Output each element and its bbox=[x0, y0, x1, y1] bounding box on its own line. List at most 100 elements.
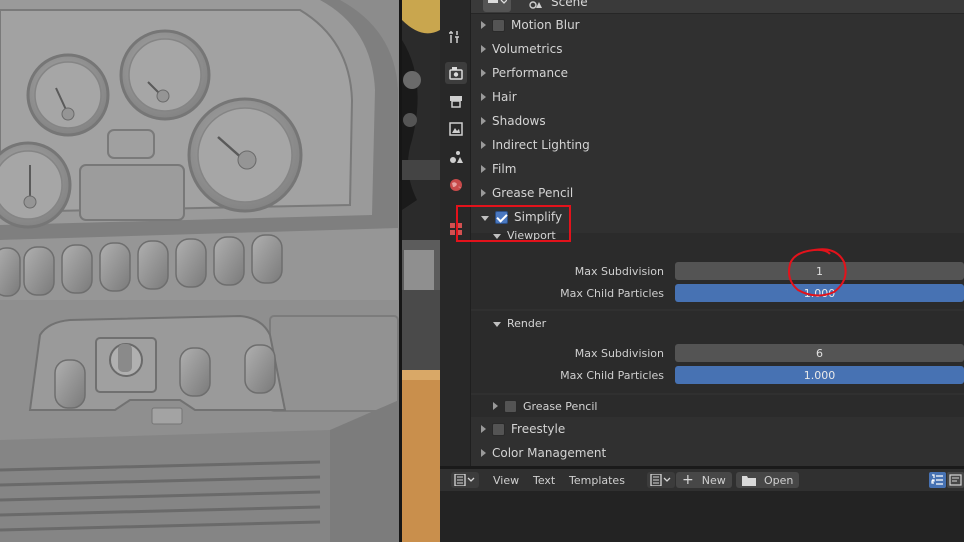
collapsed-arrow-icon bbox=[481, 165, 486, 173]
menu-view[interactable]: View bbox=[493, 472, 519, 488]
viewport-subpanel-header[interactable]: Viewport bbox=[483, 227, 964, 243]
view-layer-icon bbox=[449, 122, 463, 136]
plus-icon: + bbox=[682, 472, 694, 488]
properties-editor: Scene Motion Blur Volumetrics Performanc… bbox=[440, 0, 964, 466]
render-tab[interactable] bbox=[445, 62, 467, 84]
subpanel-label: Viewport bbox=[507, 228, 556, 242]
menu-templates[interactable]: Templates bbox=[569, 472, 625, 488]
simplify-grease-pencil-subpanel: Grease Pencil bbox=[471, 395, 964, 417]
text-editor: View Text Templates + New Open bbox=[440, 469, 964, 542]
collapsed-arrow-icon bbox=[493, 402, 498, 410]
freestyle-checkbox[interactable] bbox=[492, 422, 505, 436]
panel-label: Film bbox=[492, 162, 517, 176]
viewport-max-child-particles-row: Max Child Particles 1.000 bbox=[471, 283, 964, 303]
property-label: Max Subdivision bbox=[574, 264, 664, 278]
render-max-child-particles-slider[interactable]: 1.000 bbox=[675, 366, 964, 384]
panel-hair[interactable]: Hair bbox=[471, 85, 964, 109]
panel-label: Indirect Lighting bbox=[492, 138, 590, 152]
folder-icon bbox=[742, 475, 756, 486]
collapsed-arrow-icon bbox=[481, 141, 486, 149]
tool-icon bbox=[449, 31, 459, 43]
expanded-arrow-icon bbox=[481, 215, 489, 221]
3d-viewport[interactable] bbox=[0, 0, 399, 542]
render-subpanel-header[interactable]: Render bbox=[483, 314, 964, 332]
reference-photo bbox=[402, 0, 440, 542]
simplify-checkbox[interactable] bbox=[495, 210, 508, 224]
new-text-button[interactable]: + New bbox=[676, 472, 732, 488]
dashboard-model-render bbox=[0, 0, 399, 542]
simplify-render-subpanel: Render Max Subdivision 6 Max Child Parti… bbox=[471, 311, 964, 393]
panel-label: Motion Blur bbox=[511, 18, 580, 32]
collapsed-arrow-icon bbox=[481, 449, 486, 457]
viewport-max-subdivision-field[interactable]: 1 bbox=[675, 262, 964, 280]
panel-film[interactable]: Film bbox=[471, 157, 964, 181]
property-label: Max Child Particles bbox=[560, 368, 664, 382]
panel-label: Hair bbox=[492, 90, 517, 104]
panel-shadows[interactable]: Shadows bbox=[471, 109, 964, 133]
panel-label: Grease Pencil bbox=[492, 186, 574, 200]
properties-header: Scene bbox=[471, 0, 964, 14]
panel-label: Simplify bbox=[514, 210, 563, 224]
line-numbers-icon bbox=[931, 474, 943, 485]
render-icon bbox=[449, 67, 463, 80]
editor-type-dropdown[interactable] bbox=[451, 472, 479, 488]
expanded-arrow-icon bbox=[493, 321, 501, 327]
text-datablock-icon bbox=[650, 474, 671, 486]
subpanel-label: Grease Pencil bbox=[523, 399, 598, 413]
viewport-max-child-particles-slider[interactable]: 1.000 bbox=[675, 284, 964, 302]
panel-performance[interactable]: Performance bbox=[471, 61, 964, 85]
collapsed-arrow-icon bbox=[481, 425, 486, 433]
panel-grease-pencil[interactable]: Grease Pencil bbox=[471, 181, 964, 205]
collapsed-arrow-icon bbox=[481, 21, 486, 29]
render-max-subdivision-row: Max Subdivision 6 bbox=[471, 343, 964, 363]
property-label: Max Subdivision bbox=[574, 346, 664, 360]
panel-freestyle[interactable]: Freestyle bbox=[471, 417, 964, 441]
world-icon bbox=[450, 179, 462, 191]
text-editor-icon bbox=[454, 474, 475, 486]
word-wrap-toggle[interactable] bbox=[947, 472, 964, 488]
render-properties: Motion Blur Volumetrics Performance Hair… bbox=[471, 14, 964, 466]
viewport-max-subdivision-row: Max Subdivision 1 bbox=[471, 261, 964, 281]
panel-volumetrics[interactable]: Volumetrics bbox=[471, 37, 964, 61]
panel-label: Shadows bbox=[492, 114, 546, 128]
text-datablock-dropdown[interactable] bbox=[647, 472, 675, 488]
panel-simplify[interactable]: Simplify bbox=[471, 205, 964, 229]
tool-tab[interactable] bbox=[445, 26, 467, 48]
scene-icon bbox=[450, 151, 463, 163]
collapsed-arrow-icon bbox=[481, 93, 486, 101]
texture-tab[interactable] bbox=[445, 218, 467, 240]
texture-icon bbox=[450, 223, 462, 235]
panel-label: Volumetrics bbox=[492, 42, 563, 56]
panel-label: Freestyle bbox=[511, 422, 566, 436]
motion-blur-checkbox[interactable] bbox=[492, 18, 505, 32]
output-icon bbox=[450, 96, 462, 108]
collapsed-arrow-icon bbox=[481, 189, 486, 197]
expanded-arrow-icon bbox=[493, 233, 501, 239]
panel-motion-blur[interactable]: Motion Blur bbox=[471, 13, 964, 37]
simplify-grease-pencil-checkbox[interactable] bbox=[504, 399, 517, 413]
grease-pencil-subpanel-header[interactable]: Grease Pencil bbox=[483, 395, 964, 417]
view-layer-tab[interactable] bbox=[445, 118, 467, 140]
subpanel-label: Render bbox=[507, 316, 547, 330]
collapsed-arrow-icon bbox=[481, 117, 486, 125]
line-numbers-toggle[interactable] bbox=[929, 472, 946, 488]
text-editor-header: View Text Templates + New Open bbox=[440, 469, 964, 491]
property-label: Max Child Particles bbox=[560, 286, 664, 300]
panel-color-management[interactable]: Color Management bbox=[471, 441, 964, 465]
render-max-subdivision-field[interactable]: 6 bbox=[675, 344, 964, 362]
render-max-child-particles-row: Max Child Particles 1.000 bbox=[471, 365, 964, 385]
open-label: Open bbox=[764, 473, 794, 487]
scene-breadcrumb: Scene bbox=[551, 0, 588, 9]
collapsed-arrow-icon bbox=[481, 69, 486, 77]
menu-text[interactable]: Text bbox=[533, 472, 555, 488]
properties-tab-bar bbox=[440, 0, 471, 466]
panel-indirect-lighting[interactable]: Indirect Lighting bbox=[471, 133, 964, 157]
reference-photo-image bbox=[402, 0, 440, 542]
output-tab[interactable] bbox=[445, 90, 467, 112]
editor-type-dropdown[interactable] bbox=[483, 0, 511, 12]
world-tab[interactable] bbox=[445, 174, 467, 196]
scene-tab[interactable] bbox=[445, 146, 467, 168]
word-wrap-icon bbox=[949, 474, 962, 486]
open-text-button[interactable]: Open bbox=[736, 472, 800, 488]
new-label: New bbox=[701, 473, 726, 487]
